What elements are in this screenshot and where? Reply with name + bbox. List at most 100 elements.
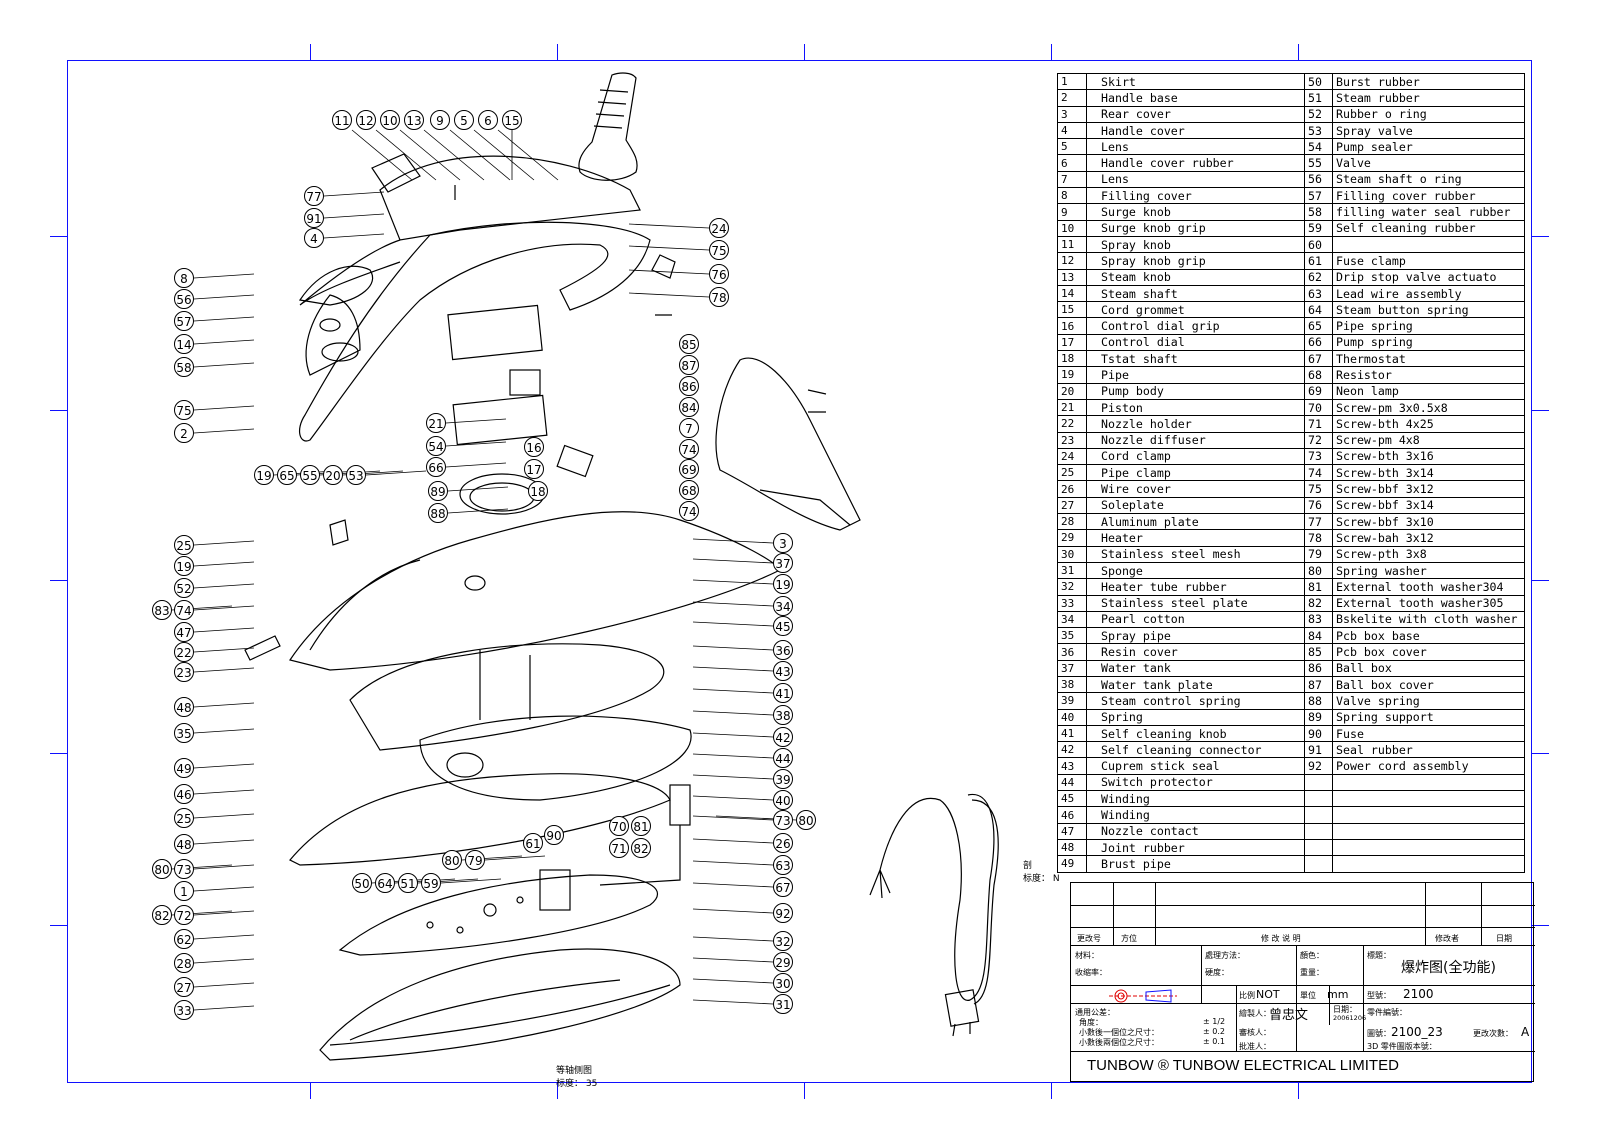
part-number: 91 bbox=[1304, 741, 1333, 759]
part-description: Pump body bbox=[1086, 382, 1305, 400]
part-number: 79 bbox=[1304, 545, 1333, 563]
parts-row: 25 Pipe clamp 74 Screw-bth 3x14 bbox=[1057, 464, 1525, 482]
material-label: 材料： bbox=[1075, 951, 1099, 960]
scale-value: NOT bbox=[1256, 988, 1280, 1001]
parts-row: 32 Heater tube rubber 81 External tooth was… bbox=[1057, 578, 1525, 596]
callout-balloon: 25 bbox=[174, 535, 194, 555]
leader-line bbox=[323, 191, 385, 197]
part-description: Filling cover bbox=[1086, 187, 1305, 205]
leader-line bbox=[692, 732, 774, 738]
part-number: 80 bbox=[1304, 561, 1333, 580]
callout-balloon: 74 bbox=[679, 439, 699, 459]
leader-line bbox=[193, 958, 255, 964]
model-value: 2100 bbox=[1403, 987, 1434, 1001]
parts-row: 20 Pump body 69 Neon lamp bbox=[1057, 382, 1525, 400]
parts-row: 36 Resin cover 85 Pcb box cover bbox=[1057, 643, 1525, 661]
leader-line bbox=[193, 728, 255, 734]
leader-line bbox=[692, 753, 774, 759]
parts-row: 2 Handle base 51 Steam rubber bbox=[1057, 89, 1525, 107]
water-tank-shape bbox=[349, 643, 665, 751]
part-number: 88 bbox=[1304, 692, 1333, 710]
leader-line bbox=[692, 601, 774, 607]
part-number: 71 bbox=[1304, 415, 1333, 433]
part-number: 15 bbox=[1057, 301, 1087, 319]
part-description: Pcb box cover bbox=[1332, 643, 1525, 661]
part-number: 64 bbox=[1304, 301, 1333, 319]
part-description: Screw-bbf 3x10 bbox=[1332, 513, 1525, 531]
parts-row: 43 Cuprem stick seal 92 Power cord assembly bbox=[1057, 757, 1525, 775]
part-number: 74 bbox=[1304, 464, 1333, 482]
parts-row: 40 Spring 89 Spring support bbox=[1057, 708, 1525, 726]
part-number: 3 bbox=[1057, 105, 1087, 123]
callout-balloon: 35 bbox=[174, 723, 194, 743]
part-description: Drip stop valve actuato bbox=[1332, 268, 1525, 286]
callout-balloon: 13 bbox=[404, 110, 424, 130]
part-description: Ball box bbox=[1332, 659, 1525, 677]
part-description: Steam rubber bbox=[1332, 89, 1525, 107]
callout-balloon: 3 bbox=[773, 533, 793, 553]
part-description bbox=[1332, 822, 1525, 840]
part-number bbox=[1304, 838, 1333, 857]
part-number: 76 bbox=[1304, 496, 1333, 515]
part-description: Valve spring bbox=[1332, 692, 1525, 710]
part-description: Handle cover rubber bbox=[1086, 154, 1305, 172]
leader-line bbox=[449, 129, 511, 181]
callout-balloon: 54 bbox=[426, 436, 446, 456]
part-number: 8 bbox=[1057, 187, 1087, 205]
callout-balloon: 78 bbox=[709, 287, 729, 307]
leader-line bbox=[692, 710, 774, 716]
leader-line bbox=[692, 908, 774, 914]
part-number: 4 bbox=[1057, 121, 1087, 140]
part-number: 28 bbox=[1057, 513, 1087, 531]
callout-balloon: 40 bbox=[773, 790, 793, 810]
part-number: 54 bbox=[1304, 138, 1333, 156]
part-description: Fuse bbox=[1332, 724, 1525, 743]
date-value: 20061206 bbox=[1333, 1014, 1367, 1022]
callout-balloon: 44 bbox=[773, 748, 793, 768]
callout-balloon: 92 bbox=[773, 903, 793, 923]
part-description: Bskelite with cloth washer bbox=[1332, 610, 1525, 629]
part-description: Spring washer bbox=[1332, 561, 1525, 580]
part-description: Heater tube rubber bbox=[1086, 578, 1305, 596]
callout-balloon: 23 bbox=[174, 662, 194, 682]
callout-balloon: 88 bbox=[428, 503, 448, 523]
part-number: 92 bbox=[1304, 757, 1333, 775]
part-number: 75 bbox=[1304, 480, 1333, 498]
callout-balloon: 73 bbox=[174, 859, 194, 879]
part-number: 17 bbox=[1057, 333, 1087, 352]
part-number: 51 bbox=[1304, 89, 1333, 107]
soleplate-shape bbox=[319, 948, 681, 1061]
callout-balloon: 72 bbox=[174, 905, 194, 925]
part-description: Self cleaning rubber bbox=[1332, 219, 1525, 237]
unit-value: mm bbox=[1327, 988, 1349, 1001]
parts-row: 30 Stainless steel mesh 79 Screw-pth 3x8 bbox=[1057, 545, 1525, 563]
part-description: Brust pipe bbox=[1086, 855, 1305, 873]
part-number: 25 bbox=[1057, 464, 1087, 482]
parts-row: 24 Cord clamp 73 Screw-bth 3x16 bbox=[1057, 447, 1525, 466]
part-number: 12 bbox=[1057, 252, 1087, 270]
callout-balloon: 79 bbox=[465, 850, 485, 870]
part-number bbox=[1304, 855, 1333, 873]
part-description: Control dial bbox=[1086, 333, 1305, 352]
part-description: Screw-bah 3x12 bbox=[1332, 529, 1525, 547]
part-description: filling water seal rubber bbox=[1332, 203, 1525, 221]
callout-balloon: 64 bbox=[375, 873, 395, 893]
parts-row: 6 Handle cover rubber 55 Valve bbox=[1057, 154, 1525, 172]
part-number: 31 bbox=[1057, 561, 1087, 580]
part-number: 46 bbox=[1057, 806, 1087, 824]
parts-row: 15 Cord grommet 64 Steam button spring bbox=[1057, 301, 1525, 319]
callout-balloon: 26 bbox=[773, 833, 793, 853]
callout-balloon: 20 bbox=[323, 465, 343, 485]
leader-line bbox=[692, 795, 774, 801]
part-number: 65 bbox=[1304, 317, 1333, 335]
part-number: 45 bbox=[1057, 790, 1087, 808]
leader-line bbox=[628, 245, 710, 251]
rev-by-header: 修改者 bbox=[1435, 934, 1459, 943]
part-description: Steam control spring bbox=[1086, 692, 1305, 710]
leader-line bbox=[193, 561, 255, 567]
color-label: 顏色： bbox=[1300, 951, 1324, 960]
parts-row: 38 Water tank plate 87 Ball box cover bbox=[1057, 675, 1525, 694]
leader-line bbox=[193, 362, 255, 368]
callout-balloon: 48 bbox=[174, 697, 194, 717]
part-description: External tooth washer304 bbox=[1332, 578, 1525, 596]
